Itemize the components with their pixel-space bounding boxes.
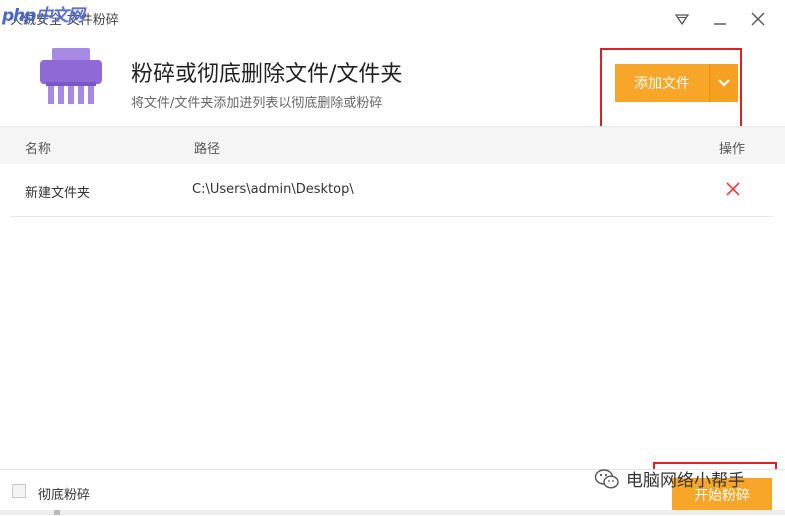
page-title: 粉碎或彻底删除文件/文件夹 (131, 62, 403, 87)
table-header: 名称 路径 操作 (0, 126, 785, 164)
window-controls (673, 10, 767, 28)
shredder-icon (38, 46, 104, 106)
minimize-icon[interactable] (711, 10, 729, 28)
highlight-add-file (600, 48, 742, 138)
row-path: C:\Users\admin\Desktop\ (192, 182, 354, 197)
watermark-cn: 中文网 (35, 6, 84, 26)
row-name: 新建文件夹 (25, 186, 91, 201)
column-name: 名称 (25, 142, 52, 157)
footer-watermark: 电脑网络小帮手 (594, 466, 745, 491)
column-path: 路径 (194, 142, 221, 157)
horizontal-scrollbar[interactable] (0, 510, 785, 515)
wechat-icon (594, 468, 619, 489)
watermark-php: php (2, 6, 36, 26)
menu-dropdown-icon[interactable] (673, 10, 691, 28)
footer-watermark-text: 电脑网络小帮手 (626, 471, 745, 491)
scrollbar-thumb[interactable] (54, 510, 60, 515)
thorough-shred-label: 彻底粉碎 (38, 488, 91, 503)
page-subtitle: 将文件/文件夹添加进列表以彻底删除或粉碎 (131, 96, 383, 111)
table-row[interactable]: 新建文件夹 C:\Users\admin\Desktop\ (10, 164, 773, 217)
close-icon[interactable] (749, 10, 767, 28)
delete-icon[interactable] (724, 180, 742, 198)
title-bar: 火绒安全-文件粉碎 php中文网 (0, 0, 785, 36)
column-action: 操作 (719, 142, 746, 157)
thorough-shred-checkbox[interactable] (12, 484, 26, 498)
watermark-logo: php中文网 (2, 1, 84, 26)
